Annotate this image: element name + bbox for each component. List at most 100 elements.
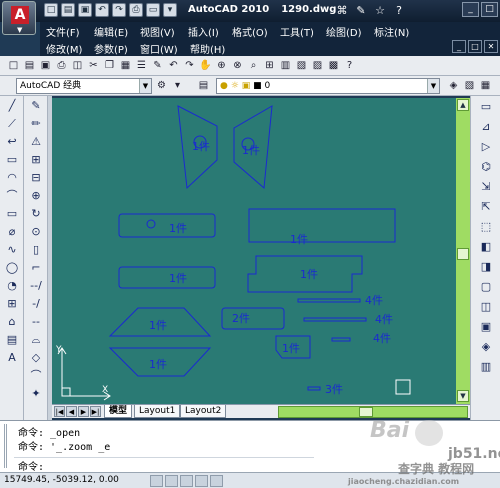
tab-layout1[interactable]: Layout1 [134,405,181,418]
standard-tool-14-icon[interactable]: ⊕ [214,58,229,73]
menu-format[interactable]: 格式(O) [232,24,268,39]
make-current-icon[interactable]: ◈ [446,78,461,93]
standard-tool-8-icon[interactable]: ▦ [118,58,133,73]
draw-tool-8-icon[interactable]: ⌀ [2,223,22,240]
draw-tool-10-icon[interactable]: ◯ [2,259,22,276]
command-grip[interactable] [4,424,12,468]
right-tool-3-icon[interactable]: ▷ [474,138,498,156]
draw-tool-18-icon[interactable] [2,403,22,420]
star-icon[interactable]: ☆ [372,3,388,18]
grid-toggle[interactable] [165,475,178,487]
draw-tool-3-icon[interactable]: ↩ [2,133,22,150]
standard-tool-15-icon[interactable]: ⊗ [230,58,245,73]
prev-tab-button[interactable]: ◀ [66,406,77,417]
standard-tool-18-icon[interactable]: ▥ [278,58,293,73]
tab-model[interactable]: 模型 [104,405,133,418]
standard-tool-17-icon[interactable]: ⊞ [262,58,277,73]
print-icon[interactable]: ⎙ [129,3,143,17]
doc-close-button[interactable]: ✕ [484,40,498,53]
menu-dimension[interactable]: 标注(N) [374,24,409,39]
right-tool-10-icon[interactable]: ▢ [474,278,498,296]
modify-tool-18-icon[interactable] [26,403,46,420]
layer-manager-icon[interactable]: ▤ [196,78,211,93]
next-tab-button[interactable]: ▶ [78,406,89,417]
binoculars-icon[interactable]: ⌘ [334,3,350,18]
gear-icon[interactable]: ⚙ [154,78,169,93]
menu-window[interactable]: 窗口(W) [140,41,178,56]
right-tool-2-icon[interactable]: ⊿ [474,118,498,136]
standard-tool-1-icon[interactable]: □ [6,58,21,73]
layer-state-icon[interactable]: ▦ [478,78,493,93]
right-tool-6-icon[interactable]: ⇱ [474,198,498,216]
modify-tool-15-icon[interactable]: ◇ [26,349,46,366]
standard-tool-22-icon[interactable]: ? [342,58,357,73]
plot-icon[interactable]: ▭ [146,3,160,17]
drawing-canvas[interactable]: 1件 1件 1件 1件 1件 1件 2件 1件 1件 4件 4件 4件 1件 3… [52,98,456,404]
right-tool-14-icon[interactable]: ▥ [474,358,498,376]
draw-tool-16-icon[interactable] [2,367,22,384]
scroll-up-button[interactable]: ▲ [457,99,469,111]
modify-tool-1-icon[interactable]: ✎ [26,97,46,114]
right-tool-1-icon[interactable]: ▭ [474,98,498,116]
save-icon[interactable]: ▣ [78,3,92,17]
menu-parameters[interactable]: 参数(P) [94,41,128,56]
right-tool-7-icon[interactable]: ⬚ [474,218,498,236]
doc-restore-button[interactable]: □ [468,40,482,53]
draw-tool-13-icon[interactable]: ⌂ [2,313,22,330]
ortho-toggle[interactable] [180,475,193,487]
modify-tool-5-icon[interactable]: ⊟ [26,169,46,186]
standard-tool-21-icon[interactable]: ▩ [326,58,341,73]
menu-draw[interactable]: 绘图(D) [326,24,362,39]
snap-toggle[interactable] [150,475,163,487]
modify-tool-14-icon[interactable]: ⌓ [26,331,46,348]
drawing-area[interactable]: 1件 1件 1件 1件 1件 1件 2件 1件 1件 4件 4件 4件 1件 3… [52,98,456,404]
layer-previous-icon[interactable]: ▧ [462,78,477,93]
command-input[interactable] [14,457,314,471]
menu-edit[interactable]: 编辑(E) [94,24,128,39]
modify-tool-3-icon[interactable]: ⚠ [26,133,46,150]
draw-tool-6-icon[interactable]: ⌒ [2,187,22,204]
help-icon[interactable]: ? [391,3,407,18]
modify-tool-9-icon[interactable]: ▯ [26,241,46,258]
standard-tool-2-icon[interactable]: ▤ [22,58,37,73]
standard-tool-3-icon[interactable]: ▣ [38,58,53,73]
draw-tool-5-icon[interactable]: ◠ [2,169,22,186]
right-tool-12-icon[interactable]: ▣ [474,318,498,336]
undo-icon[interactable]: ↶ [95,3,109,17]
application-menu-button[interactable]: A ▼ [2,1,36,35]
modify-tool-6-icon[interactable]: ⊕ [26,187,46,204]
layer-select[interactable]: ● ☼ ▣ ■ 0 ▼ [216,78,440,94]
menu-modify[interactable]: 修改(M) [46,41,82,56]
workspace-dropdown-icon[interactable]: ▾ [170,78,185,93]
draw-tool-17-icon[interactable] [2,385,22,402]
horizontal-scroll-thumb[interactable] [359,407,373,417]
menu-view[interactable]: 视图(V) [140,24,175,39]
standard-tool-6-icon[interactable]: ✂ [86,58,101,73]
modify-tool-16-icon[interactable]: ⌒ [26,367,46,384]
right-tool-4-icon[interactable]: ⌬ [474,158,498,176]
polar-toggle[interactable] [195,475,208,487]
maximize-button[interactable]: □ [481,2,498,17]
doc-minimize-button[interactable]: _ [452,40,466,53]
scroll-down-button[interactable]: ▼ [457,390,469,402]
new-icon[interactable]: □ [44,3,58,17]
workspace-select[interactable]: AutoCAD 经典 ▼ [16,78,152,94]
standard-tool-16-icon[interactable]: ⌕ [246,58,261,73]
standard-tool-12-icon[interactable]: ↷ [182,58,197,73]
modify-tool-13-icon[interactable]: -- [26,313,46,330]
menu-tools[interactable]: 工具(T) [280,24,314,39]
modify-tool-17-icon[interactable]: ✦ [26,385,46,402]
standard-tool-7-icon[interactable]: ❐ [102,58,117,73]
open-icon[interactable]: ▤ [61,3,75,17]
modify-tool-12-icon[interactable]: -/ [26,295,46,312]
horizontal-scrollbar[interactable] [278,406,468,418]
standard-tool-13-icon[interactable]: ✋ [198,58,213,73]
standard-tool-11-icon[interactable]: ↶ [166,58,181,73]
standard-tool-4-icon[interactable]: ⎙ [54,58,69,73]
dropdown-icon[interactable]: ▾ [163,3,177,17]
modify-tool-11-icon[interactable]: --/ [26,277,46,294]
tab-layout2[interactable]: Layout2 [180,405,227,418]
standard-tool-10-icon[interactable]: ✎ [150,58,165,73]
draw-tool-7-icon[interactable]: ▭ [2,205,22,222]
draw-tool-12-icon[interactable]: ⊞ [2,295,22,312]
